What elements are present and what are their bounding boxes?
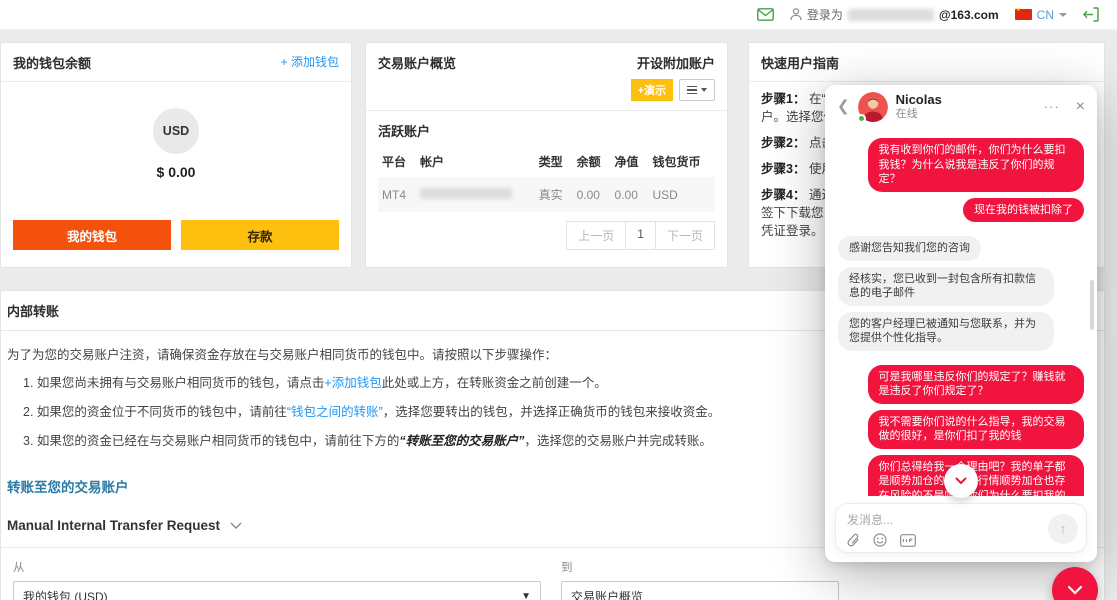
manual-transfer-request-label: Manual Internal Transfer Request <box>7 518 220 533</box>
chat-message-user: 我有收到你们的邮件，你们为什么要扣我钱？为什么说我是违反了你们的规定？ <box>868 138 1084 192</box>
chat-options-icon[interactable]: ··· <box>1044 99 1060 114</box>
chat-agent-status: 在线 <box>896 108 1036 121</box>
chat-back-icon[interactable]: ❮ <box>837 99 850 114</box>
topbar: 登录为 @163.com ★ CN <box>0 0 1117 30</box>
divider <box>749 81 1104 82</box>
logged-in-as[interactable]: 登录为 @163.com <box>790 6 999 23</box>
chat-input-box[interactable]: 发消息... ↑ <box>835 503 1087 553</box>
table-header-cell: 钱包货币 <box>649 148 716 177</box>
open-additional-account-label: 开设附加账户 <box>637 56 715 71</box>
agent-avatar <box>858 92 888 122</box>
table-row[interactable]: MT4真实0.000.00USD <box>378 177 715 212</box>
cn-flag-icon: ★ <box>1015 9 1032 20</box>
chat-message-agent: 感谢您告知我们您的咨询 <box>838 236 981 261</box>
login-prefix: 登录为 <box>807 6 843 23</box>
from-select-value: 我的钱包 (USD) <box>23 588 108 600</box>
table-header-cell: 平台 <box>378 148 416 177</box>
chevron-down-icon <box>1059 13 1067 17</box>
guide-step-label: 步骤2： <box>761 136 809 150</box>
chat-message-list: 我有收到你们的邮件，你们为什么要扣我钱？为什么说我是违反了你们的规定？ 现在我的钱… <box>825 128 1097 496</box>
pagination-next-button[interactable]: 下一页 <box>655 221 715 250</box>
trading-accounts-card: 交易账户概览 开设附加账户 +演示 活跃账户 平台帐户类型余额净值钱包货币 MT… <box>365 42 728 268</box>
table-header-cell: 类型 <box>535 148 573 177</box>
transfer-step-link[interactable]: +添加钱包 <box>324 376 381 390</box>
to-select[interactable]: 交易账户概览 <box>561 581 839 600</box>
language-code: CN <box>1037 8 1054 22</box>
active-accounts-table: 平台帐户类型余额净值钱包货币 MT4真实0.000.00USD <box>378 148 715 212</box>
chat-message-user: 我不需要你们说的什么指导，我的交易做的很好，是你们扣了我的钱 <box>868 410 1084 449</box>
my-wallet-button[interactable]: 我的钱包 <box>13 220 171 250</box>
chevron-down-icon: ▼ <box>521 591 531 600</box>
table-cell: 真实 <box>535 177 573 212</box>
chat-message-user: 可是我哪里违反你们的规定了？赚钱就是违反了你们规定了？ <box>868 365 1084 404</box>
active-accounts-title: 活跃账户 <box>378 121 715 140</box>
divider <box>366 110 727 111</box>
email-domain: @163.com <box>939 8 999 22</box>
user-icon <box>790 8 802 21</box>
hamburger-icon <box>687 86 697 95</box>
transfer-step-emphasis: “转账至您的交易账户” <box>399 434 524 448</box>
to-select-value: 交易账户概览 <box>571 588 643 600</box>
chat-input-placeholder: 发消息... <box>847 511 1075 528</box>
page-scrollbar[interactable] <box>1110 285 1115 340</box>
guide-step-label: 步骤4： <box>761 188 809 202</box>
table-cell: 0.00 <box>611 177 649 212</box>
attachment-icon[interactable] <box>847 533 860 547</box>
online-status-dot <box>857 114 866 123</box>
guide-card-title: 快速用户指南 <box>761 53 839 72</box>
from-label: 从 <box>13 559 541 575</box>
chat-message-user: 现在我的钱被扣除了 <box>963 198 1084 223</box>
logout-icon[interactable] <box>1083 7 1099 22</box>
pagination: 上一页 1 下一页 <box>378 221 715 250</box>
account-type-menu-button[interactable] <box>679 79 715 101</box>
emoji-icon[interactable] <box>873 533 887 547</box>
table-header-cell: 净值 <box>611 148 649 177</box>
scroll-to-bottom-button[interactable] <box>944 464 978 498</box>
table-cell: USD <box>649 177 716 212</box>
live-chat-widget: ❮ Nicolas 在线 ··· × 我有收到你们的邮件，你们为什么要扣我钱？为… <box>825 85 1097 562</box>
gif-icon[interactable] <box>900 534 916 547</box>
chat-message-agent: 经核实，您已收到一封包含所有扣款信息的电子邮件 <box>838 267 1054 306</box>
redacted-username <box>848 9 934 21</box>
chevron-down-icon <box>701 88 707 92</box>
wallet-card-title: 我的钱包余额 <box>13 53 91 72</box>
table-cell: MT4 <box>378 177 416 212</box>
transfer-step-link[interactable]: “钱包之间的转账” <box>287 405 383 419</box>
chat-agent-name: Nicolas <box>896 93 1036 108</box>
pagination-prev-button[interactable]: 上一页 <box>566 221 626 250</box>
chevron-down-icon <box>955 477 967 485</box>
send-button[interactable]: ↑ <box>1048 514 1078 544</box>
redacted-account-number <box>420 188 512 199</box>
chat-message-agent: 您的客户经理已被通知与您联系，并为您提供个性化指导。 <box>838 312 1054 351</box>
chat-scrollbar[interactable] <box>1090 280 1094 330</box>
wallet-currency-badge: USD <box>153 108 199 154</box>
mail-icon[interactable] <box>757 8 774 21</box>
accounts-card-title: 交易账户概览 <box>378 53 456 72</box>
chat-close-icon[interactable]: × <box>1076 99 1085 115</box>
pagination-page-1[interactable]: 1 <box>625 221 656 250</box>
deposit-button[interactable]: 存款 <box>181 220 339 250</box>
table-cell <box>416 177 535 212</box>
wallet-balance-amount: $ 0.00 <box>13 164 339 180</box>
chat-header: ❮ Nicolas 在线 ··· × <box>825 85 1097 128</box>
table-header-cell: 余额 <box>573 148 611 177</box>
language-selector[interactable]: ★ CN <box>1015 8 1067 22</box>
wallet-balance-card: 我的钱包余额 + 添加钱包 USD $ 0.00 我的钱包 存款 <box>0 42 352 268</box>
guide-step-label: 步骤3： <box>761 162 809 176</box>
add-demo-button[interactable]: +演示 <box>631 79 673 101</box>
chevron-down-icon <box>1067 585 1083 595</box>
chevron-down-icon <box>230 522 242 529</box>
to-label: 到 <box>561 559 839 575</box>
table-header-cell: 帐户 <box>416 148 535 177</box>
add-wallet-link[interactable]: + 添加钱包 <box>281 53 339 70</box>
guide-step-label: 步骤1： <box>761 92 809 106</box>
table-cell: 0.00 <box>573 177 611 212</box>
from-select[interactable]: 我的钱包 (USD) ▼ <box>13 581 541 600</box>
